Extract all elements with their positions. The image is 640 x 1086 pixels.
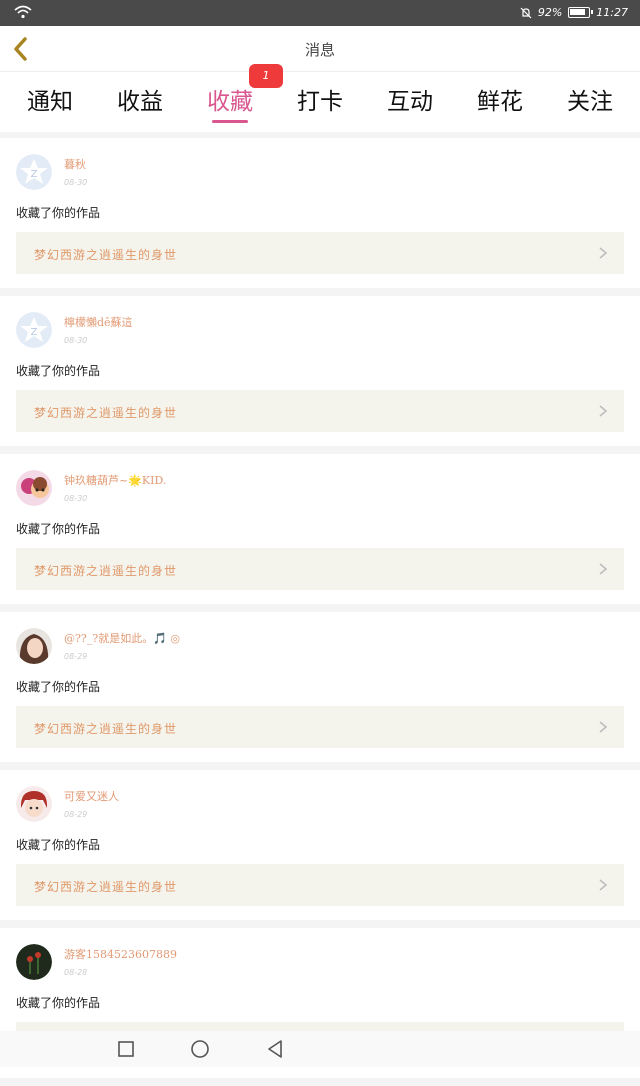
recents-square-icon[interactable] <box>116 1039 136 1059</box>
list-item: 钟玖糖葫芦~🌟KID. 08-30 收藏了你的作品 梦幻西游之逍遥生的身世 <box>0 454 640 604</box>
action-text: 收藏了你的作品 <box>16 838 101 852</box>
tab-checkin[interactable]: 打卡 <box>280 82 360 116</box>
username[interactable]: 游客1584523607889 <box>64 946 177 962</box>
work-title: 梦幻西游之逍遥生的身世 <box>34 248 178 262</box>
wifi-icon <box>14 5 32 19</box>
tab-earnings[interactable]: 收益 <box>100 82 180 116</box>
work-link[interactable]: 梦幻西游之逍遥生的身世 <box>16 390 624 432</box>
home-circle-icon[interactable] <box>190 1039 210 1059</box>
status-bar: 92% 11:27 <box>0 0 640 26</box>
date: 08-30 <box>64 178 88 187</box>
list-item: 可爱又迷人 08-29 收藏了你的作品 梦幻西游之逍遥生的身世 <box>0 770 640 920</box>
chevron-right-icon <box>599 247 608 259</box>
date: 08-28 <box>64 968 88 977</box>
chevron-right-icon <box>599 721 608 733</box>
action-text: 收藏了你的作品 <box>16 996 101 1010</box>
date: 08-30 <box>64 494 88 503</box>
page-title: 消息 <box>304 41 335 59</box>
tab-flowers[interactable]: 鲜花 <box>460 82 540 116</box>
username[interactable]: 檸檬懶dē蘇這 <box>64 314 133 330</box>
date: 08-29 <box>64 810 88 819</box>
tab-bar: 通知 收益 收藏 打卡 互动 鲜花 关注 <box>0 72 640 132</box>
work-title: 梦幻西游之逍遥生的身世 <box>34 880 178 894</box>
username[interactable]: 钟玖糖葫芦~🌟KID. <box>64 472 166 488</box>
username[interactable]: 暮秋 <box>64 156 86 172</box>
action-text: 收藏了你的作品 <box>16 680 101 694</box>
avatar[interactable] <box>16 628 52 664</box>
tab-interactions[interactable]: 互动 <box>370 82 450 116</box>
avatar[interactable] <box>16 470 52 506</box>
avatar[interactable] <box>16 944 52 980</box>
list-item: @??_?就是如此。🎵 ◎ 08-29 收藏了你的作品 梦幻西游之逍遥生的身世 <box>0 612 640 762</box>
work-title: 梦幻西游之逍遥生的身世 <box>34 722 178 736</box>
svg-text:Z: Z <box>31 169 38 180</box>
mute-bell-icon <box>520 7 532 18</box>
back-triangle-icon[interactable] <box>265 1039 285 1059</box>
system-nav-bar <box>0 1031 640 1067</box>
action-text: 收藏了你的作品 <box>16 206 101 220</box>
unread-badge: 1 <box>249 64 283 88</box>
favorites-list: Z 暮秋 08-30 收藏了你的作品 梦幻西游之逍遥生的身世 Z 檸檬懶dē蘇這… <box>0 138 640 1086</box>
work-link[interactable]: 梦幻西游之逍遥生的身世 <box>16 548 624 590</box>
avatar[interactable] <box>16 786 52 822</box>
battery-percent: 92% <box>537 6 563 19</box>
chevron-right-icon <box>599 405 608 417</box>
avatar[interactable]: Z <box>16 154 52 190</box>
action-text: 收藏了你的作品 <box>16 522 101 536</box>
header: 消息 <box>0 26 640 72</box>
action-text: 收藏了你的作品 <box>16 364 101 378</box>
work-link[interactable]: 梦幻西游之逍遥生的身世 <box>16 864 624 906</box>
tab-follows[interactable]: 关注 <box>550 82 630 116</box>
work-title: 梦幻西游之逍遥生的身世 <box>34 406 178 420</box>
username[interactable]: 可爱又迷人 <box>64 788 119 804</box>
clock: 11:27 <box>596 6 628 19</box>
work-link[interactable]: 梦幻西游之逍遥生的身世 <box>16 706 624 748</box>
tab-notifications[interactable]: 通知 <box>10 82 90 116</box>
work-link[interactable]: 梦幻西游之逍遥生的身世 <box>16 232 624 274</box>
avatar[interactable]: Z <box>16 312 52 348</box>
list-item: Z 暮秋 08-30 收藏了你的作品 梦幻西游之逍遥生的身世 <box>0 138 640 288</box>
svg-text:Z: Z <box>31 327 38 338</box>
date: 08-29 <box>64 652 88 661</box>
list-item: Z 檸檬懶dē蘇這 08-30 收藏了你的作品 梦幻西游之逍遥生的身世 <box>0 296 640 446</box>
chevron-right-icon <box>599 879 608 891</box>
battery-icon <box>568 7 594 18</box>
username[interactable]: @??_?就是如此。🎵 ◎ <box>64 630 180 646</box>
date: 08-30 <box>64 336 88 345</box>
work-title: 梦幻西游之逍遥生的身世 <box>34 564 178 578</box>
active-tab-indicator <box>212 120 248 123</box>
chevron-right-icon <box>599 563 608 575</box>
